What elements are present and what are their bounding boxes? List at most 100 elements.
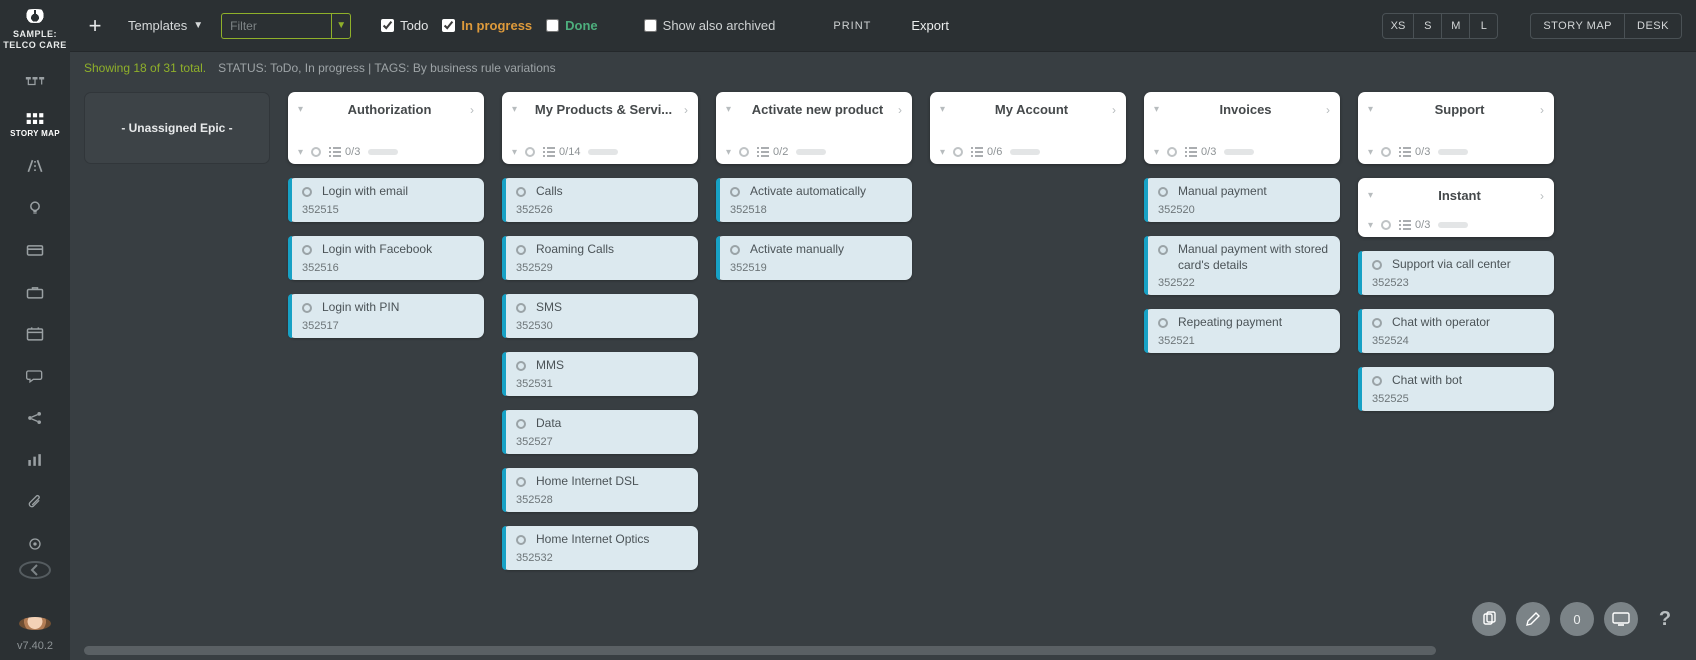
app-version: v7.40.2	[17, 640, 53, 652]
help-fab[interactable]: ?	[1648, 602, 1682, 636]
rail-item-story-map[interactable]: STORY MAP	[0, 107, 70, 141]
check-done[interactable]: Done	[546, 18, 598, 33]
caret-down-icon[interactable]: ▾	[726, 147, 731, 158]
caret-down-icon[interactable]: ▾	[512, 147, 517, 158]
chevron-right-icon[interactable]: ›	[1540, 103, 1544, 117]
story-title: Chat with bot	[1392, 373, 1462, 389]
story-card[interactable]: Home Internet DSL 352528	[502, 468, 698, 512]
check-done-box[interactable]	[546, 19, 559, 32]
user-avatar[interactable]	[19, 617, 51, 630]
caret-down-icon[interactable]: ▾	[1368, 104, 1373, 115]
rail-item-share[interactable]	[0, 401, 70, 435]
story-card[interactable]: MMS 352531	[502, 352, 698, 396]
rail-item-attach[interactable]	[0, 485, 70, 519]
caret-down-icon[interactable]: ▾	[1154, 147, 1159, 158]
caret-down-icon[interactable]: ▾	[1368, 190, 1373, 201]
chevron-right-icon[interactable]: ›	[684, 103, 688, 117]
print-link[interactable]: PRINT	[833, 20, 871, 32]
chevron-right-icon[interactable]: ›	[470, 103, 474, 117]
rail-item-ideas[interactable]	[0, 191, 70, 225]
collapse-rail-button[interactable]	[19, 561, 51, 579]
filter-input[interactable]	[221, 13, 331, 39]
story-title: Calls	[536, 184, 563, 200]
rail-item-dashboard[interactable]	[0, 65, 70, 99]
check-todo[interactable]: Todo	[381, 18, 428, 33]
view-mode-group: STORY MAP DESK	[1530, 13, 1682, 39]
rail-item-target[interactable]	[0, 527, 70, 561]
story-card[interactable]: Home Internet Optics 352532	[502, 526, 698, 570]
epic-card-my-products-servi[interactable]: ▾ My Products & Servi... › ▾ 0/14	[502, 92, 698, 164]
export-link[interactable]: Export	[911, 18, 949, 33]
story-card[interactable]: Login with PIN 352517	[288, 294, 484, 338]
unassigned-epic-card[interactable]: - Unassigned Epic -	[84, 92, 270, 164]
story-card[interactable]: Manual payment 352520	[1144, 178, 1340, 222]
epic-card-activate-new-product[interactable]: ▾ Activate new product › ▾ 0/2	[716, 92, 912, 164]
count-fab[interactable]: 0	[1560, 602, 1594, 636]
story-card[interactable]: Activate manually 352519	[716, 236, 912, 280]
epic-card-authorization[interactable]: ▾ Authorization › ▾ 0/3	[288, 92, 484, 164]
epic-card-invoices[interactable]: ▾ Invoices › ▾ 0/3	[1144, 92, 1340, 164]
check-archived-box[interactable]	[644, 19, 657, 32]
chevron-right-icon[interactable]: ›	[1540, 189, 1544, 203]
status-dot-icon	[516, 303, 526, 313]
story-card[interactable]: Roaming Calls 352529	[502, 236, 698, 280]
story-card[interactable]: Chat with operator 352524	[1358, 309, 1554, 353]
story-card[interactable]: Login with email 352515	[288, 178, 484, 222]
caret-down-icon[interactable]: ▾	[940, 147, 945, 158]
rail-item-chat[interactable]	[0, 359, 70, 393]
edit-fab[interactable]	[1516, 602, 1550, 636]
check-archived[interactable]: Show also archived	[644, 18, 776, 33]
size-xs[interactable]: XS	[1382, 13, 1415, 39]
rail-item-briefcase[interactable]	[0, 275, 70, 309]
story-card[interactable]: Chat with bot 352525	[1358, 367, 1554, 411]
rail-item-analytics[interactable]	[0, 443, 70, 477]
copy-fab[interactable]	[1472, 602, 1506, 636]
subgroup-count: 0/3	[1399, 219, 1430, 231]
story-card[interactable]: Repeating payment 352521	[1144, 309, 1340, 353]
status-bar: Showing 18 of 31 total. STATUS: ToDo, In…	[70, 52, 1696, 84]
story-card[interactable]: Activate automatically 352518	[716, 178, 912, 222]
story-card[interactable]: Manual payment with stored card's detail…	[1144, 236, 1340, 295]
templates-dropdown[interactable]: Templates▼	[128, 18, 203, 33]
view-desk[interactable]: DESK	[1625, 13, 1682, 39]
check-todo-box[interactable]	[381, 19, 394, 32]
story-card[interactable]: Support via call center 352523	[1358, 251, 1554, 295]
check-inprogress-box[interactable]	[442, 19, 455, 32]
view-story-map[interactable]: STORY MAP	[1530, 13, 1625, 39]
story-card[interactable]: Data 352527	[502, 410, 698, 454]
hscroll-thumb[interactable]	[84, 646, 1436, 655]
story-card[interactable]: Calls 352526	[502, 178, 698, 222]
chevron-right-icon[interactable]: ›	[898, 103, 902, 117]
size-l[interactable]: L	[1470, 13, 1498, 39]
story-card[interactable]: Login with Facebook 352516	[288, 236, 484, 280]
caret-down-icon[interactable]: ▾	[512, 104, 517, 115]
caret-down-icon[interactable]: ▾	[1368, 147, 1373, 158]
size-s[interactable]: S	[1414, 13, 1442, 39]
chevron-right-icon[interactable]: ›	[1112, 103, 1116, 117]
add-button[interactable]: +	[80, 11, 110, 41]
check-inprogress[interactable]: In progress	[442, 18, 532, 33]
top-toolbar: + Templates▼ ▼ Todo In progress Done Sho…	[70, 0, 1696, 52]
caret-down-icon[interactable]: ▾	[726, 104, 731, 115]
caret-down-icon[interactable]: ▾	[1368, 220, 1373, 231]
board-viewport[interactable]: - Unassigned Epic - ▾ Authorization › ▾ …	[70, 84, 1696, 640]
filter-dropdown-button[interactable]: ▼	[331, 13, 351, 39]
chevron-right-icon[interactable]: ›	[1326, 103, 1330, 117]
rail-item-calendar[interactable]	[0, 317, 70, 351]
rail-item-road[interactable]	[0, 149, 70, 183]
subgroup-card-instant[interactable]: ▾ Instant › ▾ 0/3	[1358, 178, 1554, 237]
epic-count: 0/3	[1185, 146, 1216, 158]
story-card[interactable]: SMS 352530	[502, 294, 698, 338]
story-id: 352527	[516, 436, 688, 448]
caret-down-icon[interactable]: ▾	[1154, 104, 1159, 115]
epic-card-support[interactable]: ▾ Support › ▾ 0/3	[1358, 92, 1554, 164]
rail-item-card[interactable]	[0, 233, 70, 267]
size-m[interactable]: M	[1442, 13, 1470, 39]
display-fab[interactable]	[1604, 602, 1638, 636]
caret-down-icon[interactable]: ▾	[298, 104, 303, 115]
caret-down-icon[interactable]: ▾	[298, 147, 303, 158]
status-dot-icon	[1372, 376, 1382, 386]
caret-down-icon[interactable]: ▾	[940, 104, 945, 115]
app-logo[interactable]	[18, 9, 52, 23]
epic-card-my-account[interactable]: ▾ My Account › ▾ 0/6	[930, 92, 1126, 164]
